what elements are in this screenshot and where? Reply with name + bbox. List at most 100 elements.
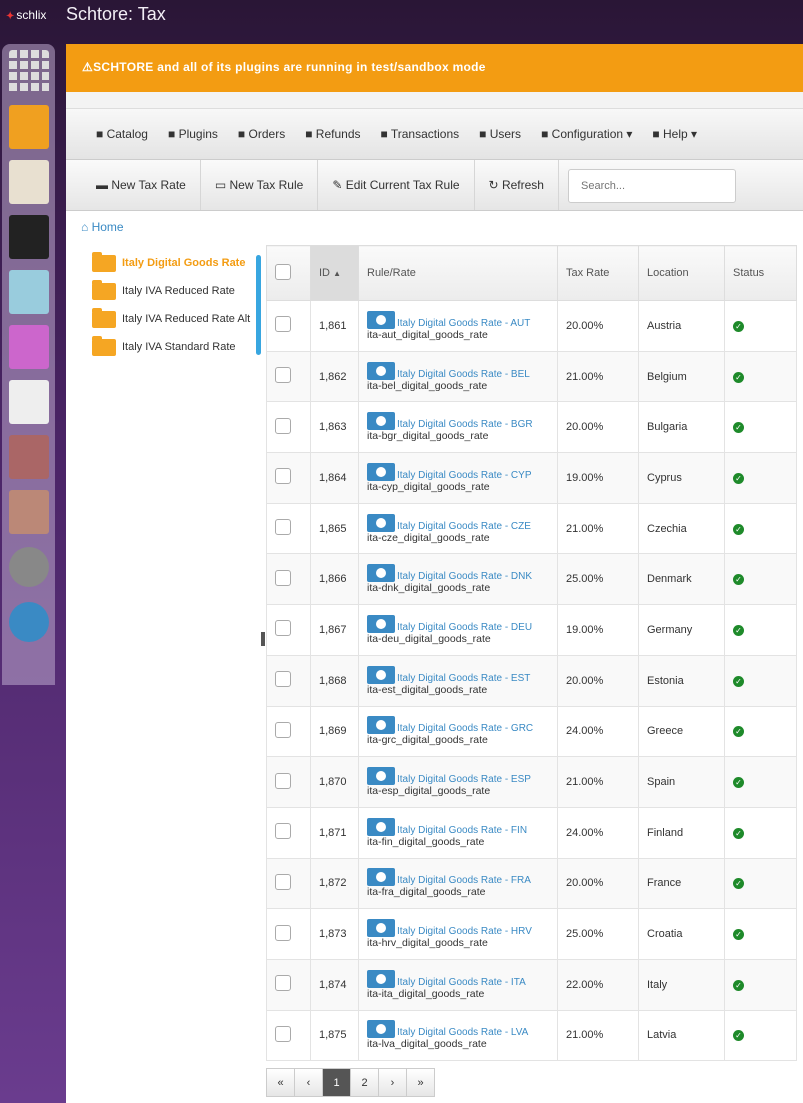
table-row[interactable]: 1,874 Italy Digital Goods Rate - ITA ita-… <box>266 958 797 1011</box>
table-row[interactable]: 1,866 Italy Digital Goods Rate - DNK ita-… <box>266 553 797 606</box>
rate-link[interactable]: Italy Digital Goods Rate - BGR <box>397 419 533 430</box>
row-checkbox[interactable] <box>275 367 291 384</box>
breadcrumb-home[interactable]: Home <box>92 220 124 234</box>
column-id[interactable]: ID ▲ <box>310 245 359 301</box>
menu-item-orders[interactable]: ■ Orders <box>238 127 285 141</box>
row-checkbox[interactable] <box>275 620 291 637</box>
tools-icon <box>8 489 49 534</box>
rail-item-blog[interactable] <box>2 209 55 264</box>
rail-item-block[interactable] <box>2 264 55 319</box>
row-checkbox[interactable] <box>275 975 291 992</box>
tree-node[interactable]: Italy IVA Standard Rate <box>92 333 256 361</box>
table-row[interactable]: 1,868 Italy Digital Goods Rate - EST ita-… <box>266 654 797 707</box>
rate-link[interactable]: Italy Digital Goods Rate - EST <box>397 673 530 684</box>
menu-item-catalog[interactable]: ■ Catalog <box>96 127 148 141</box>
new-tax-rule-button[interactable]: ▭ New Tax Rule <box>201 160 319 210</box>
tree-node[interactable]: Italy IVA Reduced Rate <box>92 277 256 305</box>
table-row[interactable]: 1,864 Italy Digital Goods Rate - CYP ita-… <box>266 452 797 504</box>
rail-item-macro[interactable] <box>2 319 55 374</box>
rail-item-dashboard[interactable] <box>2 44 55 99</box>
menu-item-help[interactable]: ■ Help ▾ <box>652 127 697 141</box>
rate-link[interactable]: Italy Digital Goods Rate - GRC <box>397 723 533 734</box>
rail-item-store[interactable] <box>2 99 55 154</box>
pager-first[interactable]: « <box>266 1068 295 1097</box>
table-row[interactable]: 1,869 Italy Digital Goods Rate - GRC ita-… <box>266 705 797 758</box>
table-row[interactable]: 1,873 Italy Digital Goods Rate - HRV ita-… <box>266 908 797 960</box>
column-status[interactable]: Status <box>724 245 797 301</box>
pager-page-2[interactable]: 2 <box>350 1068 379 1097</box>
tree-node[interactable]: Italy Digital Goods Rate <box>92 249 256 277</box>
rate-link[interactable]: Italy Digital Goods Rate - CYP <box>397 470 532 481</box>
menu-item-users[interactable]: ■ Users <box>479 127 521 141</box>
select-all-checkbox[interactable] <box>275 263 291 280</box>
pager-prev[interactable]: ‹ <box>294 1068 323 1097</box>
menu-item-refunds[interactable]: ■ Refunds <box>305 127 360 141</box>
rate-link[interactable]: Italy Digital Goods Rate - DEU <box>397 622 532 633</box>
rate-link[interactable]: Italy Digital Goods Rate - ESP <box>397 774 531 785</box>
table-row[interactable]: 1,871 Italy Digital Goods Rate - FIN ita-… <box>266 806 797 859</box>
column-location[interactable]: Location <box>638 245 725 301</box>
rail-item-web-pages[interactable] <box>2 154 55 209</box>
row-checkbox[interactable] <box>275 1025 291 1042</box>
row-checkbox[interactable] <box>275 721 291 738</box>
tree-node[interactable]: Italy IVA Reduced Rate Alt <box>92 305 256 333</box>
new-tax-rate-button[interactable]: ▬ New Tax Rate <box>66 160 201 210</box>
table-row[interactable]: 1,862 Italy Digital Goods Rate - BEL ita-… <box>266 350 797 403</box>
pager-page-1[interactable]: 1 <box>322 1068 351 1097</box>
rate-link[interactable]: Italy Digital Goods Rate - DNK <box>397 571 532 582</box>
rate-link[interactable]: Italy Digital Goods Rate - AUT <box>397 318 530 329</box>
table-row[interactable]: 1,861 Italy Digital Goods Rate - AUT ita-… <box>266 300 797 352</box>
row-checkbox[interactable] <box>275 316 291 333</box>
column-rule-rate[interactable]: Rule/Rate <box>358 245 558 301</box>
table-row[interactable]: 1,865 Italy Digital Goods Rate - CZE ita-… <box>266 502 797 555</box>
breadcrumb[interactable]: ⌂ Home <box>81 220 124 234</box>
pager-last[interactable]: » <box>406 1068 435 1097</box>
rate-link[interactable]: Italy Digital Goods Rate - CZE <box>397 521 531 532</box>
help-icon <box>8 601 49 642</box>
row-checkbox[interactable] <box>275 671 291 688</box>
search-input[interactable] <box>568 169 736 203</box>
rail-item-users[interactable] <box>2 429 55 484</box>
cell-rule: Italy Digital Goods Rate - ESP ita-esp_di… <box>358 756 558 808</box>
rate-link[interactable]: Italy Digital Goods Rate - ITA <box>397 977 526 988</box>
rate-link[interactable]: Italy Digital Goods Rate - FIN <box>397 825 527 836</box>
pane-splitter[interactable] <box>261 632 265 646</box>
edit-tax-rule-button[interactable]: ✎ Edit Current Tax Rule <box>318 160 475 210</box>
menu-item-plugins[interactable]: ■ Plugins <box>168 127 218 141</box>
menu-item-transactions[interactable]: ■ Transactions <box>381 127 460 141</box>
menu-item-configuration[interactable]: ■ Configuration ▾ <box>541 127 632 141</box>
rate-link[interactable]: Italy Digital Goods Rate - HRV <box>397 926 532 937</box>
row-checkbox[interactable] <box>275 772 291 789</box>
table-row[interactable]: 1,867 Italy Digital Goods Rate - DEU ita-… <box>266 604 797 656</box>
banner-text: SCHTORE and all of its plugins are runni… <box>93 60 486 74</box>
logo[interactable]: ✦ schlix <box>6 8 46 22</box>
rail-item-help[interactable] <box>2 594 55 649</box>
table-row[interactable]: 1,870 Italy Digital Goods Rate - ESP ita-… <box>266 756 797 808</box>
cell-status: ✓ <box>724 654 797 707</box>
check-circle-icon: ✓ <box>733 523 744 535</box>
row-checkbox[interactable] <box>275 417 291 434</box>
refresh-button[interactable]: ↻ Refresh <box>475 160 559 210</box>
rail-item-settings[interactable] <box>2 539 55 594</box>
cell-rule: Italy Digital Goods Rate - CYP ita-cyp_di… <box>358 452 558 504</box>
row-checkbox[interactable] <box>275 873 291 890</box>
table-row[interactable]: 1,872 Italy Digital Goods Rate - FRA ita-… <box>266 857 797 910</box>
column-tax-rate[interactable]: Tax Rate <box>557 245 639 301</box>
cell-tax-rate: 20.00% <box>557 857 639 910</box>
table-row[interactable]: 1,875 Italy Digital Goods Rate - LVA ita-… <box>266 1009 797 1062</box>
row-checkbox[interactable] <box>275 468 291 485</box>
row-checkbox[interactable] <box>275 924 291 941</box>
table-row[interactable]: 1,863 Italy Digital Goods Rate - BGR ita-… <box>266 401 797 454</box>
cell-tax-rate: 20.00% <box>557 654 639 707</box>
rail-item-tools[interactable] <box>2 484 55 539</box>
cell-id: 1,869 <box>310 705 359 758</box>
pager-next[interactable]: › <box>378 1068 407 1097</box>
row-checkbox[interactable] <box>275 569 291 586</box>
rail-item-menu[interactable] <box>2 374 55 429</box>
row-checkbox[interactable] <box>275 823 291 840</box>
tree-scrollbar[interactable] <box>256 255 261 355</box>
rate-link[interactable]: Italy Digital Goods Rate - BEL <box>397 369 530 380</box>
rate-link[interactable]: Italy Digital Goods Rate - FRA <box>397 875 531 886</box>
rate-link[interactable]: Italy Digital Goods Rate - LVA <box>397 1027 528 1038</box>
row-checkbox[interactable] <box>275 519 291 536</box>
